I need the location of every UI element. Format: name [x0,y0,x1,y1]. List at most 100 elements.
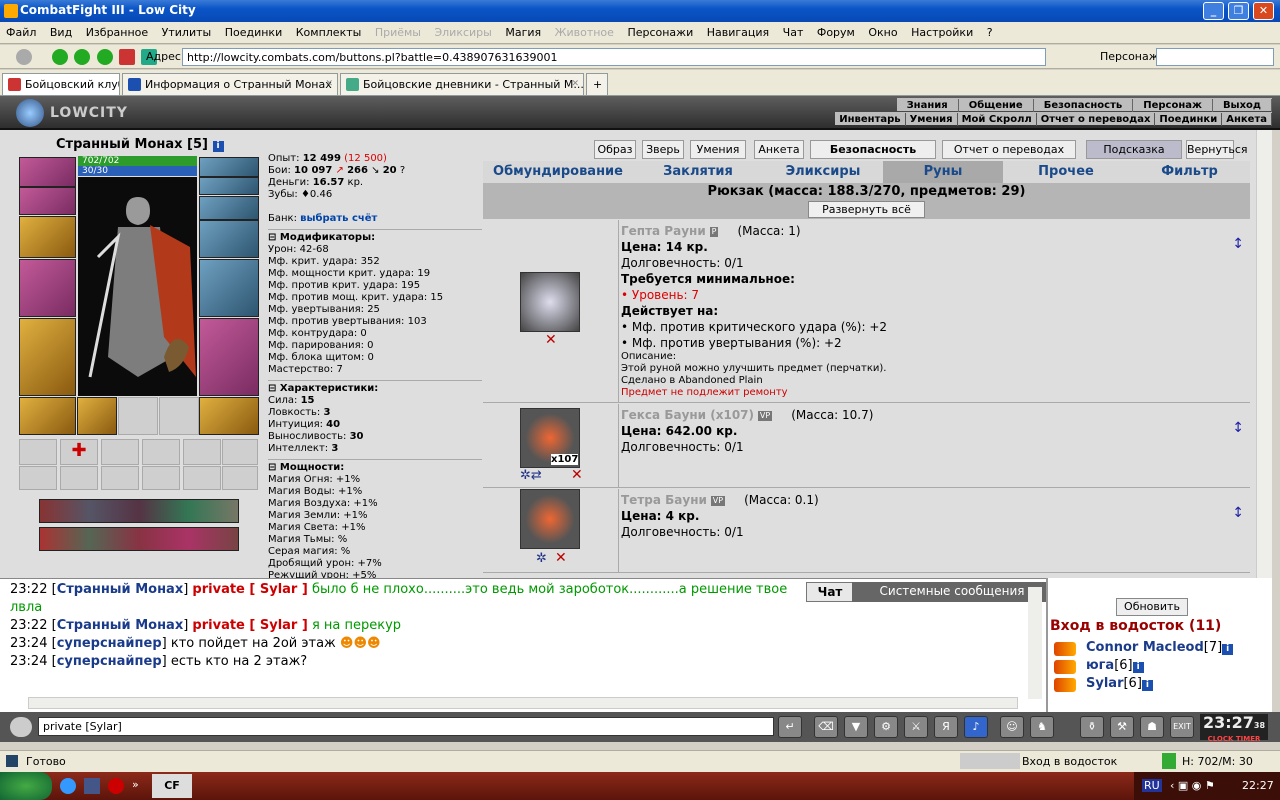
sort-arrows-icon[interactable]: ↕ [1232,505,1244,521]
menu-chat[interactable]: Чат [777,22,808,39]
avatar-icon[interactable] [10,717,32,737]
nav-knowledge[interactable]: Знания [897,99,959,112]
pin-icon[interactable] [16,49,32,65]
security-button[interactable]: Безопасность [810,140,936,159]
menu-settings[interactable]: Настройки [905,22,977,39]
nav-communication[interactable]: Общение [959,99,1034,112]
return-button[interactable]: Вернуться [1186,140,1248,159]
refresh-small-icon[interactable] [1162,753,1176,769]
bag-icon[interactable]: ⚱ [1080,716,1104,738]
item-name[interactable]: Гекса Бауни (x107) [621,408,754,422]
tab-system-messages[interactable]: Системные сообщения [852,582,1052,602]
hint-button[interactable]: Подсказка [1086,140,1182,159]
chat-input[interactable]: private [Sylar] [38,717,774,736]
menu-file[interactable]: Файл [0,22,40,39]
player-name[interactable]: Connor Macleod [1086,640,1204,655]
main-scrollbar[interactable] [1256,130,1272,578]
clan-icon[interactable]: ♞ [1030,716,1054,738]
belt-item-slot[interactable] [222,439,258,465]
info-icon[interactable]: i [1222,644,1234,655]
settings-icon[interactable]: ⚙ [874,716,898,738]
tab-other[interactable]: Прочее [1003,161,1129,183]
tray-icons[interactable]: ‹ ▣ ◉ ⚑ [1170,779,1215,792]
chat-nick[interactable]: суперснайпер [57,654,162,669]
belt-item-slot[interactable] [142,466,180,490]
sort-arrows-icon[interactable]: ↕ [1232,236,1244,252]
nav-skills[interactable]: Умения [906,113,958,126]
beast-button[interactable]: Зверь [642,140,684,159]
belt-item-slot[interactable]: ✚ [60,439,98,465]
rune-slot[interactable] [159,397,199,435]
weapon-slot[interactable] [19,259,76,317]
info-icon[interactable]: i [1132,662,1144,673]
menu-characters[interactable]: Персонажи [621,22,697,39]
belt-item-slot[interactable] [101,466,139,490]
belt-item-slot[interactable] [222,466,258,490]
menu-magic[interactable]: Магия [499,22,545,39]
belt-item-slot[interactable] [19,466,57,490]
more-icon[interactable]: » [132,778,139,791]
chat-nick[interactable]: Странный Монах [57,582,184,597]
desktop-icon[interactable] [84,778,100,794]
opera-icon[interactable] [108,778,124,794]
sort-arrows-icon[interactable]: ↕ [1232,420,1244,436]
belt-slot[interactable] [19,397,76,435]
menu-window[interactable]: Окно [862,22,901,39]
player-entry[interactable]: Connor Macleod[7] i [1086,640,1234,655]
skills-button[interactable]: Умения [690,140,746,159]
belt-item-slot[interactable] [101,439,139,465]
delete-icon[interactable]: ✕ [555,550,567,566]
menu-sets[interactable]: Комплекты [290,22,366,39]
earrings-slot[interactable] [19,187,76,215]
attack-icon[interactable] [1054,642,1076,656]
delete-icon[interactable]: ✕ [545,332,557,348]
nav-fights[interactable]: Поединки [1155,113,1223,126]
translit-icon[interactable]: Я [934,716,958,738]
nav-exit[interactable]: Выход [1213,99,1272,112]
info-icon[interactable]: i [1141,680,1153,691]
boots-slot[interactable] [199,397,259,435]
belt-item-slot[interactable] [19,439,57,465]
menu-fights[interactable]: Поединки [219,22,287,39]
ring-slot-row[interactable] [199,157,259,177]
nav-security[interactable]: Безопасность [1034,99,1134,112]
tab-spells[interactable]: Заклятия [633,161,763,183]
tab-runes[interactable]: Руны [883,161,1003,183]
amulet-slot[interactable] [19,216,76,258]
language-indicator[interactable]: RU [1142,779,1162,792]
new-tab-button[interactable]: + [586,73,608,95]
gloves-slot[interactable] [199,177,259,195]
menu-view[interactable]: Вид [44,22,76,39]
taskbar-app[interactable]: CF [152,774,192,798]
player-name[interactable]: Sylar [1086,676,1123,691]
forward-button[interactable] [74,49,90,65]
rings-slot[interactable] [199,196,259,220]
legs-slot[interactable] [199,318,259,396]
tab-equipment[interactable]: Обмундирование [483,161,633,183]
eraser-icon[interactable]: ⌫ [814,716,838,738]
menu-navigation[interactable]: Навигация [701,22,773,39]
chat-private[interactable]: private [ Sylar ] [192,582,307,597]
chat-hscrollbar[interactable] [28,697,1018,709]
player-entry[interactable]: юга[6] i [1086,658,1144,673]
tools-icon[interactable]: ⚒ [1110,716,1134,738]
group-icon[interactable]: ☗ [1140,716,1164,738]
rune-slot[interactable] [118,397,158,435]
refresh-button[interactable]: Обновить [1116,598,1188,616]
tab-character-info[interactable]: Информация о Странный Монах ✕ [122,73,338,95]
attack-icon[interactable] [1054,660,1076,674]
fight-icon[interactable]: ⚔ [904,716,928,738]
powers-header[interactable]: ⊟ Мощности: [268,459,482,474]
exit-icon[interactable]: EXIT [1170,716,1194,738]
nav-character[interactable]: Персонаж [1133,99,1213,112]
send-icon[interactable]: ↵ [778,716,802,738]
profile-button[interactable]: Анкета [754,140,804,159]
tab-fight-club[interactable]: Бойцовский клуб [2,73,120,95]
minimize-button[interactable]: _ [1203,2,1224,20]
belt-item-slot[interactable] [183,439,221,465]
nav-transfer-report[interactable]: Отчет о переводах [1037,113,1156,126]
belt-item-slot[interactable] [183,466,221,490]
characteristics-header[interactable]: ⊟ Характеристики: [268,380,482,395]
gloves-slot-2[interactable] [199,220,259,258]
back-button[interactable] [52,49,68,65]
